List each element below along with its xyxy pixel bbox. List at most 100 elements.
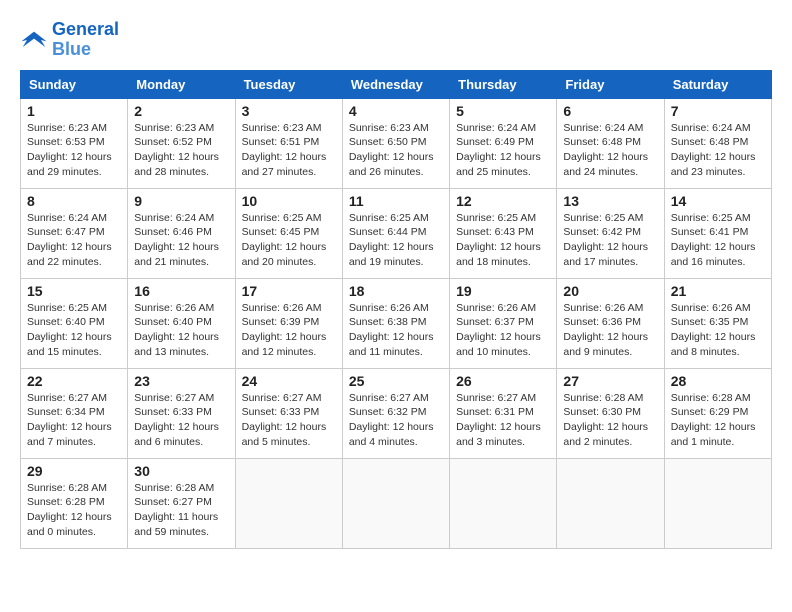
day-number: 22 <box>27 373 121 389</box>
day-info: Sunrise: 6:25 AMSunset: 6:44 PMDaylight:… <box>349 211 443 270</box>
day-number: 3 <box>242 103 336 119</box>
day-number: 4 <box>349 103 443 119</box>
day-number: 13 <box>563 193 657 209</box>
day-number: 30 <box>134 463 228 479</box>
calendar-cell: 15 Sunrise: 6:25 AMSunset: 6:40 PMDayligh… <box>21 278 128 368</box>
calendar-cell: 30 Sunrise: 6:28 AMSunset: 6:27 PMDayligh… <box>128 458 235 548</box>
day-number: 21 <box>671 283 765 299</box>
calendar-cell: 4 Sunrise: 6:23 AMSunset: 6:50 PMDaylight… <box>342 98 449 188</box>
calendar-cell: 2Sunrise: 6:23 AMSunset: 6:52 PMDaylight… <box>128 98 235 188</box>
day-info: Sunrise: 6:26 AMSunset: 6:39 PMDaylight:… <box>242 301 336 360</box>
calendar-cell <box>342 458 449 548</box>
day-info: Sunrise: 6:24 AMSunset: 6:46 PMDaylight:… <box>134 211 228 270</box>
calendar-cell: 5 Sunrise: 6:24 AMSunset: 6:49 PMDaylight… <box>450 98 557 188</box>
day-info: Sunrise: 6:27 AMSunset: 6:32 PMDaylight:… <box>349 391 443 450</box>
calendar-week-row: 29 Sunrise: 6:28 AMSunset: 6:28 PMDayligh… <box>21 458 772 548</box>
day-number: 11 <box>349 193 443 209</box>
calendar-cell: 25 Sunrise: 6:27 AMSunset: 6:32 PMDayligh… <box>342 368 449 458</box>
day-number: 20 <box>563 283 657 299</box>
day-number: 9 <box>134 193 228 209</box>
day-number: 7 <box>671 103 765 119</box>
day-info: Sunrise: 6:27 AMSunset: 6:33 PMDaylight:… <box>134 391 228 450</box>
calendar-header-sunday: Sunday <box>21 70 128 98</box>
day-number: 26 <box>456 373 550 389</box>
day-number: 15 <box>27 283 121 299</box>
day-info: Sunrise: 6:27 AMSunset: 6:33 PMDaylight:… <box>242 391 336 450</box>
day-info: Sunrise: 6:24 AMSunset: 6:49 PMDaylight:… <box>456 121 550 180</box>
day-info: Sunrise: 6:23 AMSunset: 6:50 PMDaylight:… <box>349 121 443 180</box>
day-number: 17 <box>242 283 336 299</box>
day-info: Sunrise: 6:24 AMSunset: 6:48 PMDaylight:… <box>563 121 657 180</box>
calendar-header-thursday: Thursday <box>450 70 557 98</box>
calendar-week-row: 22 Sunrise: 6:27 AMSunset: 6:34 PMDayligh… <box>21 368 772 458</box>
day-number: 1 <box>27 103 121 119</box>
day-info: Sunrise: 6:28 AMSunset: 6:28 PMDaylight:… <box>27 481 121 540</box>
calendar-cell: 23Sunrise: 6:27 AMSunset: 6:33 PMDayligh… <box>128 368 235 458</box>
day-info: Sunrise: 6:27 AMSunset: 6:34 PMDaylight:… <box>27 391 121 450</box>
calendar-cell: 10Sunrise: 6:25 AMSunset: 6:45 PMDayligh… <box>235 188 342 278</box>
calendar-cell: 16 Sunrise: 6:26 AMSunset: 6:40 PMDayligh… <box>128 278 235 368</box>
day-number: 29 <box>27 463 121 479</box>
calendar-cell: 27 Sunrise: 6:28 AMSunset: 6:30 PMDayligh… <box>557 368 664 458</box>
day-info: Sunrise: 6:26 AMSunset: 6:40 PMDaylight:… <box>134 301 228 360</box>
day-info: Sunrise: 6:26 AMSunset: 6:37 PMDaylight:… <box>456 301 550 360</box>
day-info: Sunrise: 6:25 AMSunset: 6:45 PMDaylight:… <box>242 211 336 270</box>
calendar-cell: 14Sunrise: 6:25 AMSunset: 6:41 PMDayligh… <box>664 188 771 278</box>
day-info: Sunrise: 6:28 AMSunset: 6:27 PMDaylight:… <box>134 481 228 540</box>
calendar-body: 1 Sunrise: 6:23 AMSunset: 6:53 PMDaylight… <box>21 98 772 548</box>
calendar-cell <box>450 458 557 548</box>
calendar-cell: 26 Sunrise: 6:27 AMSunset: 6:31 PMDayligh… <box>450 368 557 458</box>
calendar-cell <box>235 458 342 548</box>
day-number: 28 <box>671 373 765 389</box>
calendar-cell: 6 Sunrise: 6:24 AMSunset: 6:48 PMDaylight… <box>557 98 664 188</box>
calendar-cell: 29 Sunrise: 6:28 AMSunset: 6:28 PMDayligh… <box>21 458 128 548</box>
day-info: Sunrise: 6:26 AMSunset: 6:36 PMDaylight:… <box>563 301 657 360</box>
calendar-cell: 11 Sunrise: 6:25 AMSunset: 6:44 PMDayligh… <box>342 188 449 278</box>
day-info: Sunrise: 6:24 AMSunset: 6:47 PMDaylight:… <box>27 211 121 270</box>
calendar-cell: 17 Sunrise: 6:26 AMSunset: 6:39 PMDayligh… <box>235 278 342 368</box>
day-info: Sunrise: 6:23 AMSunset: 6:53 PMDaylight:… <box>27 121 121 180</box>
day-info: Sunrise: 6:26 AMSunset: 6:38 PMDaylight:… <box>349 301 443 360</box>
calendar-cell: 18Sunrise: 6:26 AMSunset: 6:38 PMDayligh… <box>342 278 449 368</box>
day-number: 27 <box>563 373 657 389</box>
calendar-cell: 21 Sunrise: 6:26 AMSunset: 6:35 PMDayligh… <box>664 278 771 368</box>
day-info: Sunrise: 6:25 AMSunset: 6:40 PMDaylight:… <box>27 301 121 360</box>
day-number: 8 <box>27 193 121 209</box>
calendar-header-wednesday: Wednesday <box>342 70 449 98</box>
calendar-week-row: 8 Sunrise: 6:24 AMSunset: 6:47 PMDaylight… <box>21 188 772 278</box>
day-number: 16 <box>134 283 228 299</box>
day-info: Sunrise: 6:28 AMSunset: 6:29 PMDaylight:… <box>671 391 765 450</box>
calendar-cell: 9 Sunrise: 6:24 AMSunset: 6:46 PMDaylight… <box>128 188 235 278</box>
day-number: 5 <box>456 103 550 119</box>
calendar-week-row: 1 Sunrise: 6:23 AMSunset: 6:53 PMDaylight… <box>21 98 772 188</box>
calendar-cell: 8 Sunrise: 6:24 AMSunset: 6:47 PMDaylight… <box>21 188 128 278</box>
day-info: Sunrise: 6:25 AMSunset: 6:43 PMDaylight:… <box>456 211 550 270</box>
calendar-cell: 3 Sunrise: 6:23 AMSunset: 6:51 PMDaylight… <box>235 98 342 188</box>
logo-text: General Blue <box>52 20 119 60</box>
calendar-cell: 12 Sunrise: 6:25 AMSunset: 6:43 PMDayligh… <box>450 188 557 278</box>
day-number: 12 <box>456 193 550 209</box>
calendar-cell: 20 Sunrise: 6:26 AMSunset: 6:36 PMDayligh… <box>557 278 664 368</box>
calendar-header-friday: Friday <box>557 70 664 98</box>
calendar-cell: 28 Sunrise: 6:28 AMSunset: 6:29 PMDayligh… <box>664 368 771 458</box>
day-info: Sunrise: 6:24 AMSunset: 6:48 PMDaylight:… <box>671 121 765 180</box>
calendar-header-monday: Monday <box>128 70 235 98</box>
day-info: Sunrise: 6:27 AMSunset: 6:31 PMDaylight:… <box>456 391 550 450</box>
header: General Blue <box>20 20 772 60</box>
calendar-cell: 1 Sunrise: 6:23 AMSunset: 6:53 PMDaylight… <box>21 98 128 188</box>
day-number: 2 <box>134 103 228 119</box>
calendar-cell: 13 Sunrise: 6:25 AMSunset: 6:42 PMDayligh… <box>557 188 664 278</box>
day-info: Sunrise: 6:25 AMSunset: 6:41 PMDaylight:… <box>671 211 765 270</box>
day-info: Sunrise: 6:26 AMSunset: 6:35 PMDaylight:… <box>671 301 765 360</box>
calendar-cell: 24Sunrise: 6:27 AMSunset: 6:33 PMDayligh… <box>235 368 342 458</box>
day-number: 25 <box>349 373 443 389</box>
day-info: Sunrise: 6:23 AMSunset: 6:51 PMDaylight:… <box>242 121 336 180</box>
logo: General Blue <box>20 20 119 60</box>
day-info: Sunrise: 6:28 AMSunset: 6:30 PMDaylight:… <box>563 391 657 450</box>
calendar-week-row: 15 Sunrise: 6:25 AMSunset: 6:40 PMDayligh… <box>21 278 772 368</box>
calendar-cell <box>557 458 664 548</box>
calendar-header-row: SundayMondayTuesdayWednesdayThursdayFrid… <box>21 70 772 98</box>
day-info: Sunrise: 6:25 AMSunset: 6:42 PMDaylight:… <box>563 211 657 270</box>
day-number: 6 <box>563 103 657 119</box>
calendar-cell <box>664 458 771 548</box>
